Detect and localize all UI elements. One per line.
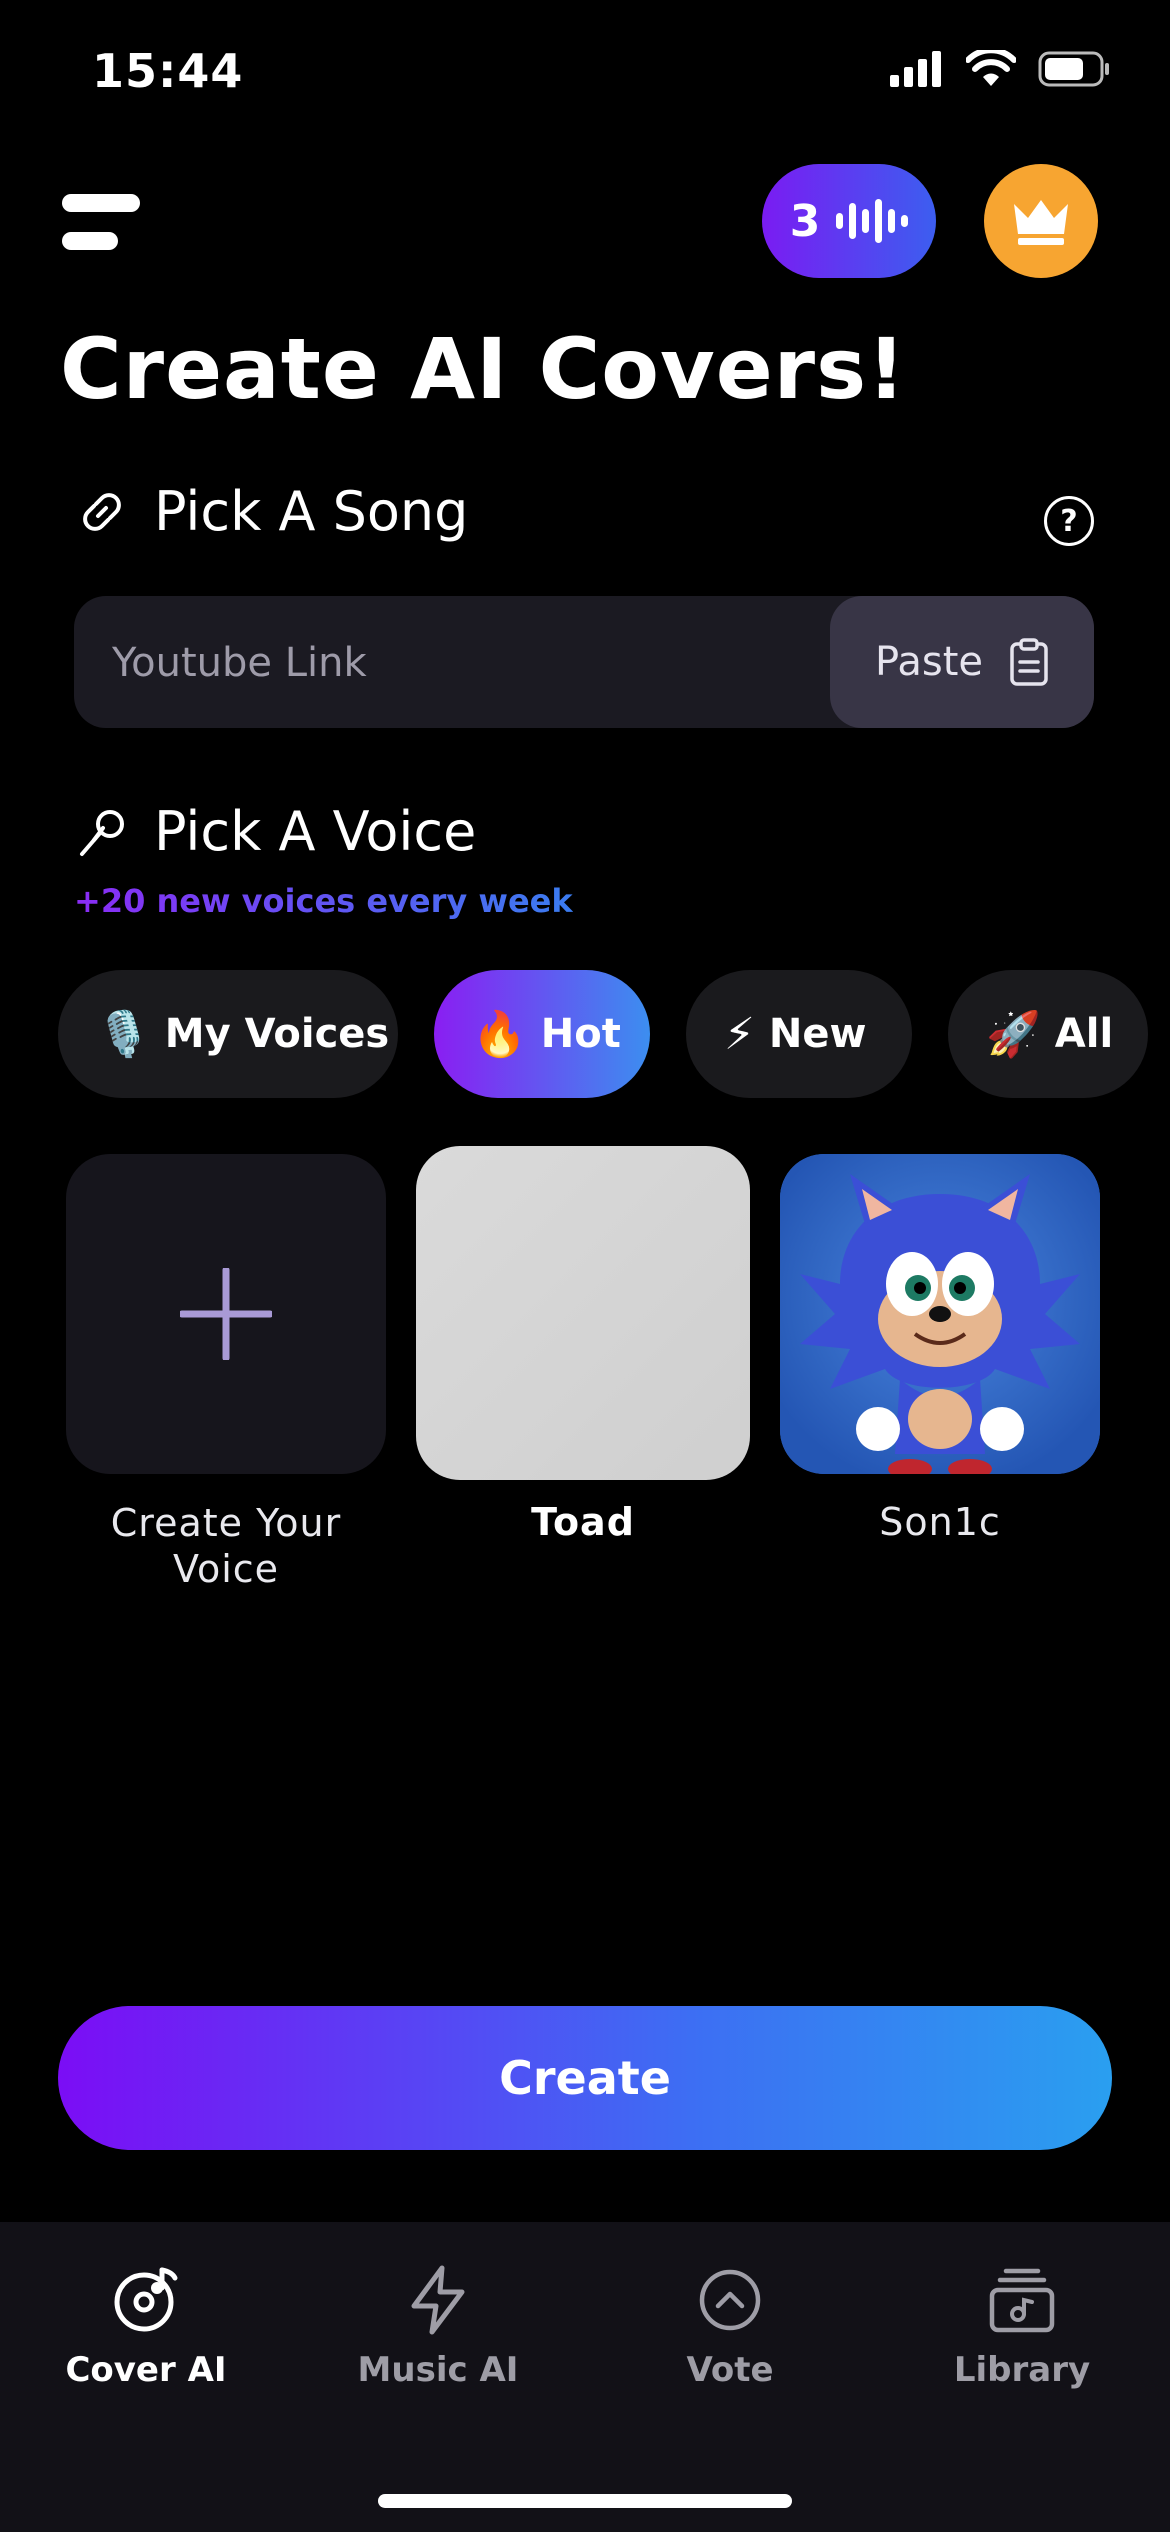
- voice-label: Son1c: [879, 1500, 1001, 1544]
- credits-badge[interactable]: 3: [762, 164, 936, 278]
- youtube-link-input[interactable]: [110, 632, 854, 694]
- tab-label: Vote: [686, 2350, 774, 2390]
- tab-label: Music AI: [357, 2350, 519, 2390]
- premium-button[interactable]: [984, 164, 1098, 278]
- youtube-link-field: Paste: [74, 596, 1094, 728]
- music-disc-icon: [114, 2267, 178, 2332]
- pick-voice-text: Pick A Voice: [154, 800, 477, 863]
- bottom-tab-bar: Cover AI Music AI Vote Library: [0, 2222, 1170, 2532]
- voice-filter-chips: 🎙️ My Voices 🔥 Hot ⚡ New 🚀 All: [58, 970, 1148, 1098]
- voices-subtitle: +20 new voices every week: [74, 882, 573, 920]
- voice-label: Toad: [531, 1500, 635, 1544]
- filter-my-voices[interactable]: 🎙️ My Voices: [58, 970, 398, 1098]
- paste-button[interactable]: Paste: [830, 596, 1094, 728]
- link-icon: [83, 492, 121, 531]
- menu-icon: [62, 194, 140, 212]
- lightning-emoji-icon: ⚡: [724, 1008, 755, 1060]
- microphone-icon: [80, 809, 124, 856]
- pick-voice-label: Pick A Voice: [74, 800, 476, 863]
- filter-label: New: [768, 1011, 867, 1057]
- clipboard-icon: [1010, 638, 1048, 686]
- voice-card-son1c[interactable]: [780, 1154, 1100, 1474]
- pick-song-text: Pick A Song: [154, 480, 469, 543]
- help-icon[interactable]: ?: [1044, 496, 1094, 546]
- paste-label: Paste: [875, 639, 983, 685]
- pick-song-label: Pick A Song: [74, 480, 468, 543]
- lightning-icon: [411, 2265, 465, 2335]
- status-icons: [890, 50, 1110, 88]
- tab-label: Library: [953, 2350, 1091, 2390]
- filter-new[interactable]: ⚡ New: [686, 970, 912, 1098]
- tab-vote[interactable]: Vote: [584, 2222, 876, 2422]
- home-indicator: [378, 2494, 792, 2508]
- filter-label: My Voices: [164, 1011, 390, 1057]
- wifi-icon: [966, 50, 1016, 86]
- tab-library[interactable]: Library: [876, 2222, 1168, 2422]
- menu-button[interactable]: [62, 192, 142, 254]
- rocket-emoji-icon: 🚀: [986, 1009, 1041, 1060]
- tab-label: Cover AI: [65, 2350, 227, 2390]
- microphone-emoji-icon: 🎙️: [96, 1009, 151, 1060]
- create-button[interactable]: Create: [58, 2006, 1112, 2150]
- cellular-signal-icon: [890, 51, 941, 87]
- filter-hot[interactable]: 🔥 Hot: [434, 970, 650, 1098]
- create-voice-card[interactable]: [66, 1154, 386, 1474]
- battery-icon: [1038, 51, 1109, 87]
- filter-all[interactable]: 🚀 All: [948, 970, 1148, 1098]
- fire-emoji-icon: 🔥: [472, 1009, 527, 1060]
- crown-icon: [1014, 200, 1068, 245]
- chevron-up-circle-icon: [699, 2269, 761, 2331]
- page-title: Create AI Covers!: [60, 320, 907, 418]
- voice-label: Create Your Voice: [110, 1501, 342, 1591]
- library-icon: [989, 2268, 1055, 2333]
- tab-cover-ai[interactable]: Cover AI: [0, 2222, 292, 2422]
- filter-label: Hot: [540, 1011, 621, 1057]
- hedgehog-avatar-icon: [780, 1154, 1100, 1474]
- voice-card-toad[interactable]: [416, 1146, 750, 1480]
- status-time: 15:44: [92, 44, 244, 98]
- filter-label: All: [1054, 1011, 1114, 1057]
- plus-icon: [180, 1268, 272, 1360]
- credits-count: 3: [789, 195, 821, 247]
- create-label: Create: [499, 2051, 671, 2105]
- tab-music-ai[interactable]: Music AI: [292, 2222, 584, 2422]
- waveform-icon: [836, 199, 909, 243]
